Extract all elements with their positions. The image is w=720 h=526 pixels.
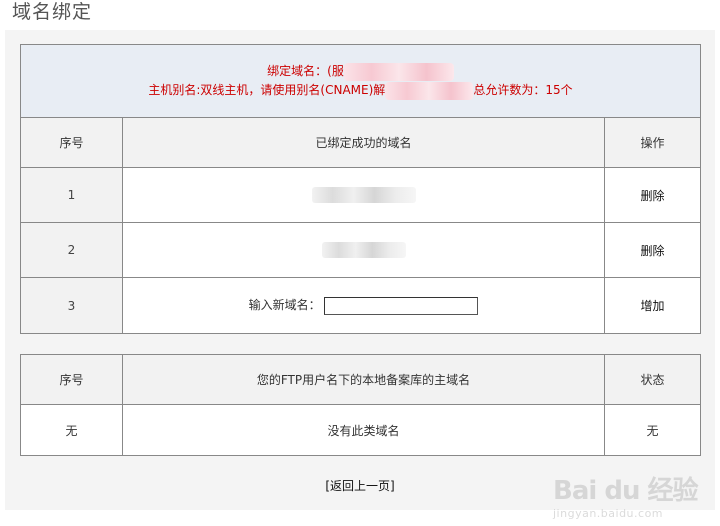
domain-notice: 绑定域名：(服 主机别名:双线主机，请使用别名(CNAME)解 总允许数为：15个 xyxy=(20,44,701,118)
table-row: 1 删除 xyxy=(20,167,701,223)
new-domain-cell: 输入新域名： xyxy=(122,277,605,334)
notice-line-2-text: 主机别名:双线主机，请使用别名(CNAME)解 xyxy=(148,83,386,97)
notice-line-2: 主机别名:双线主机，请使用别名(CNAME)解 总允许数为：15个 xyxy=(21,81,700,100)
table-row: 2 删除 xyxy=(20,222,701,278)
row-index: 无 xyxy=(20,404,123,456)
new-domain-input[interactable] xyxy=(324,296,479,315)
add-link[interactable]: 增加 xyxy=(604,277,701,334)
new-domain-label: 输入新域名： xyxy=(248,298,321,313)
header-action: 操作 xyxy=(604,117,701,168)
delete-link[interactable]: 删除 xyxy=(604,167,701,223)
header-ftp-domain: 您的FTP用户名下的本地备案库的主域名 xyxy=(122,354,605,405)
main-panel: 绑定域名：(服 主机别名:双线主机，请使用别名(CNAME)解 总允许数为：15个… xyxy=(5,30,715,520)
table-header-row: 序号 已绑定成功的域名 操作 xyxy=(20,117,701,168)
redacted-domain xyxy=(321,242,406,258)
watermark-sub: jingyan.baidu.com xyxy=(553,507,664,520)
bound-domains-table: 绑定域名：(服 主机别名:双线主机，请使用别名(CNAME)解 总允许数为：15个… xyxy=(20,44,701,334)
page-title: 域名绑定 xyxy=(12,1,93,23)
redacted-domain xyxy=(311,187,416,203)
delete-link[interactable]: 删除 xyxy=(604,222,701,278)
header-status: 状态 xyxy=(604,354,701,405)
status-cell: 无 xyxy=(604,404,701,456)
ftp-domains-table: 序号 您的FTP用户名下的本地备案库的主域名 状态 无 没有此类域名 无 xyxy=(20,354,701,456)
row-index: 2 xyxy=(20,222,123,278)
bound-domain-cell xyxy=(122,167,605,223)
row-index: 1 xyxy=(20,167,123,223)
notice-line-1: 绑定域名：(服 xyxy=(21,62,700,81)
redacted-area xyxy=(385,81,474,100)
ftp-domain-cell: 没有此类域名 xyxy=(122,404,605,456)
redacted-area xyxy=(343,62,454,81)
new-domain-row: 3 输入新域名： 增加 xyxy=(20,277,701,334)
header-index: 序号 xyxy=(20,117,123,168)
row-index: 3 xyxy=(20,277,123,334)
back-link[interactable]: [返回上一页] xyxy=(5,477,715,494)
table-header-row: 序号 您的FTP用户名下的本地备案库的主域名 状态 xyxy=(20,354,701,405)
table-row: 无 没有此类域名 无 xyxy=(20,404,701,456)
notice-line-2-suffix: 总允许数为：15个 xyxy=(473,83,573,97)
header-bound-domain: 已绑定成功的域名 xyxy=(122,117,605,168)
notice-line-1-text: 绑定域名：(服 xyxy=(267,64,344,78)
header-index: 序号 xyxy=(20,354,123,405)
bound-domain-cell xyxy=(122,222,605,278)
